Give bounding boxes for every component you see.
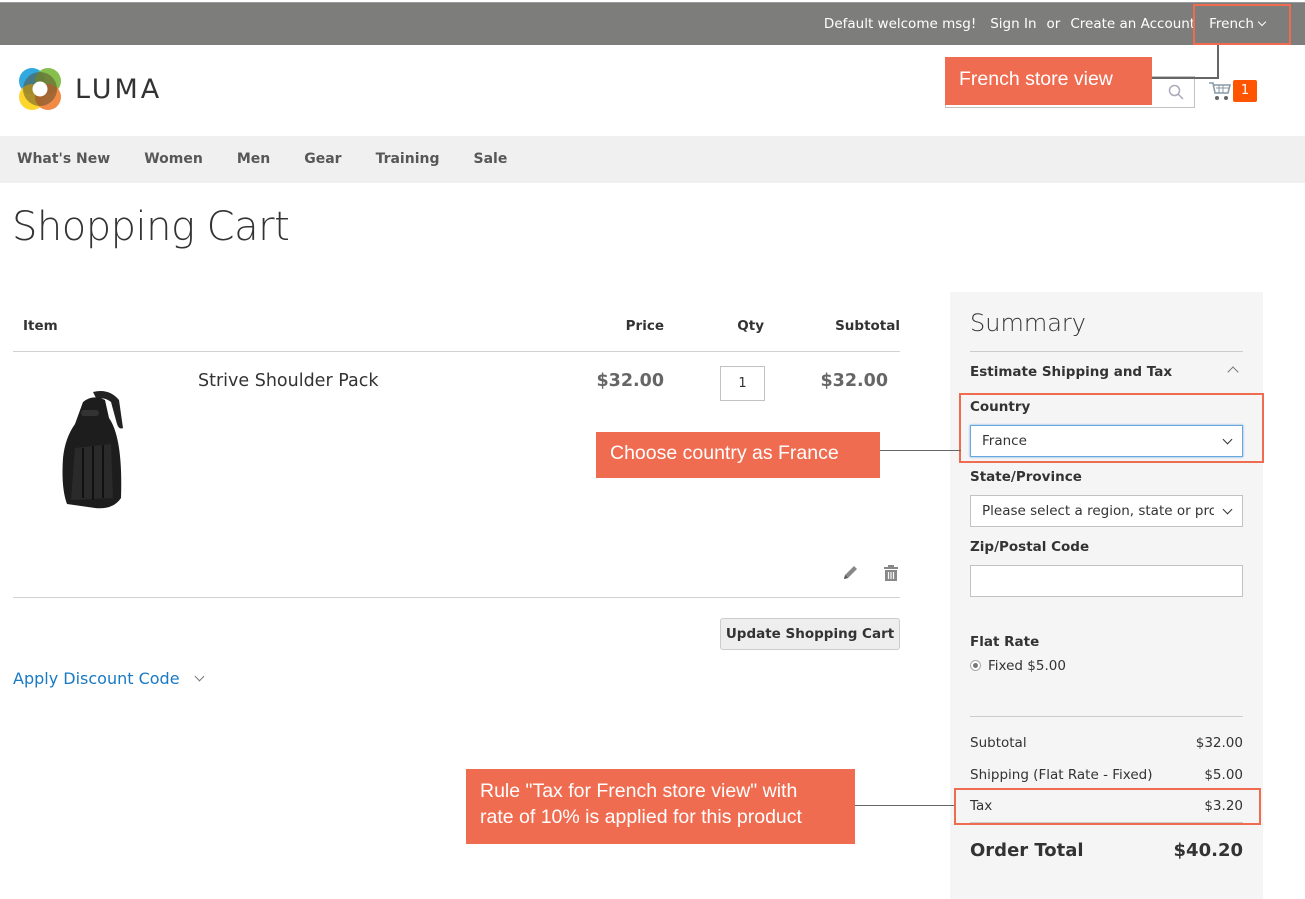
totals-row-order-total: Order Total $40.20: [970, 840, 1243, 861]
state-label: State/Province: [970, 469, 1082, 485]
subtotal-label: Subtotal: [970, 735, 1027, 751]
top-header-bar: Default welcome msg! Sign In or Create a…: [0, 2, 1305, 45]
main-navigation: What's New Women Men Gear Training Sale: [0, 136, 1305, 183]
nav-item-women[interactable]: Women: [144, 136, 203, 183]
chevron-up-icon[interactable]: [1227, 366, 1239, 378]
nav-item-men[interactable]: Men: [237, 136, 270, 183]
order-total-label: Order Total: [970, 840, 1084, 861]
pencil-edit-icon[interactable]: [841, 564, 859, 582]
shipping-value: $5.00: [1204, 767, 1243, 783]
column-header-subtotal: Subtotal: [835, 318, 900, 334]
subtotal-value: $32.00: [1195, 735, 1243, 751]
highlight-country: [959, 393, 1264, 463]
welcome-message: Default welcome msg!: [823, 16, 977, 32]
nav-item-sale[interactable]: Sale: [473, 136, 507, 183]
callout-line: [855, 805, 954, 806]
flat-rate-radio[interactable]: [970, 660, 981, 671]
nav-item-training[interactable]: Training: [376, 136, 440, 183]
page-title: Shopping Cart: [12, 204, 290, 250]
luma-logo[interactable]: LUMA: [17, 66, 162, 112]
order-total-value: $40.20: [1173, 840, 1243, 861]
callout-line: [1152, 77, 1219, 79]
cart-icon[interactable]: [1208, 80, 1232, 102]
annotation-tax-line-1: Rule "Tax for French store view" with: [480, 780, 798, 802]
state-value: Please select a region, state or provinc…: [982, 503, 1214, 519]
summary-title: Summary: [970, 309, 1086, 337]
divider: [13, 597, 900, 598]
sign-in-link[interactable]: Sign In: [990, 16, 1036, 32]
divider: [970, 351, 1243, 352]
discount-label: Apply Discount Code: [13, 669, 180, 688]
create-account-link[interactable]: Create an Account: [1070, 16, 1195, 32]
annotation-tax-line-2: rate of 10% is applied for this product: [480, 806, 802, 828]
quantity-input[interactable]: 1: [720, 366, 765, 401]
search-icon[interactable]: [1168, 84, 1184, 100]
estimate-shipping-tax-toggle[interactable]: Estimate Shipping and Tax: [970, 364, 1172, 380]
column-header-item: Item: [23, 318, 58, 334]
apply-discount-code-toggle[interactable]: Apply Discount Code: [13, 669, 204, 688]
logo-text: LUMA: [75, 73, 163, 105]
annotation-country: Choose country as France: [596, 432, 880, 478]
state-select[interactable]: Please select a region, state or provinc…: [970, 495, 1243, 527]
column-header-qty: Qty: [737, 318, 764, 334]
zip-input[interactable]: [970, 565, 1243, 597]
chevron-down-icon: [194, 671, 204, 682]
shipping-option-label[interactable]: Fixed $5.00: [988, 658, 1066, 674]
callout-line: [880, 450, 961, 451]
divider: [970, 716, 1243, 717]
or-text: or: [1046, 16, 1061, 32]
update-shopping-cart-button[interactable]: Update Shopping Cart: [720, 618, 900, 650]
product-price: $32.00: [596, 371, 664, 391]
column-header-price: Price: [625, 318, 664, 334]
highlight-language: [1193, 4, 1291, 45]
highlight-tax: [954, 788, 1261, 825]
totals-row-subtotal: Subtotal $32.00: [970, 735, 1243, 751]
annotation-store-view: French store view: [945, 57, 1152, 105]
cart-count-badge[interactable]: 1: [1233, 80, 1257, 102]
annotation-tax-rule: Rule "Tax for French store view" with ra…: [466, 769, 855, 844]
callout-line: [1217, 45, 1219, 79]
chevron-down-icon: [1222, 504, 1233, 515]
trash-delete-icon[interactable]: [882, 564, 900, 582]
nav-item-gear[interactable]: Gear: [304, 136, 341, 183]
shipping-method-heading: Flat Rate: [970, 634, 1040, 650]
luma-logo-icon: [19, 68, 61, 110]
nav-item-whats-new[interactable]: What's New: [17, 136, 110, 183]
shipping-label: Shipping (Flat Rate - Fixed): [970, 767, 1153, 783]
product-image[interactable]: [53, 388, 137, 514]
totals-row-shipping: Shipping (Flat Rate - Fixed) $5.00: [970, 767, 1243, 783]
product-name-link[interactable]: Strive Shoulder Pack: [198, 371, 378, 391]
product-subtotal: $32.00: [820, 371, 888, 391]
zip-label: Zip/Postal Code: [970, 539, 1090, 555]
divider: [13, 351, 900, 352]
